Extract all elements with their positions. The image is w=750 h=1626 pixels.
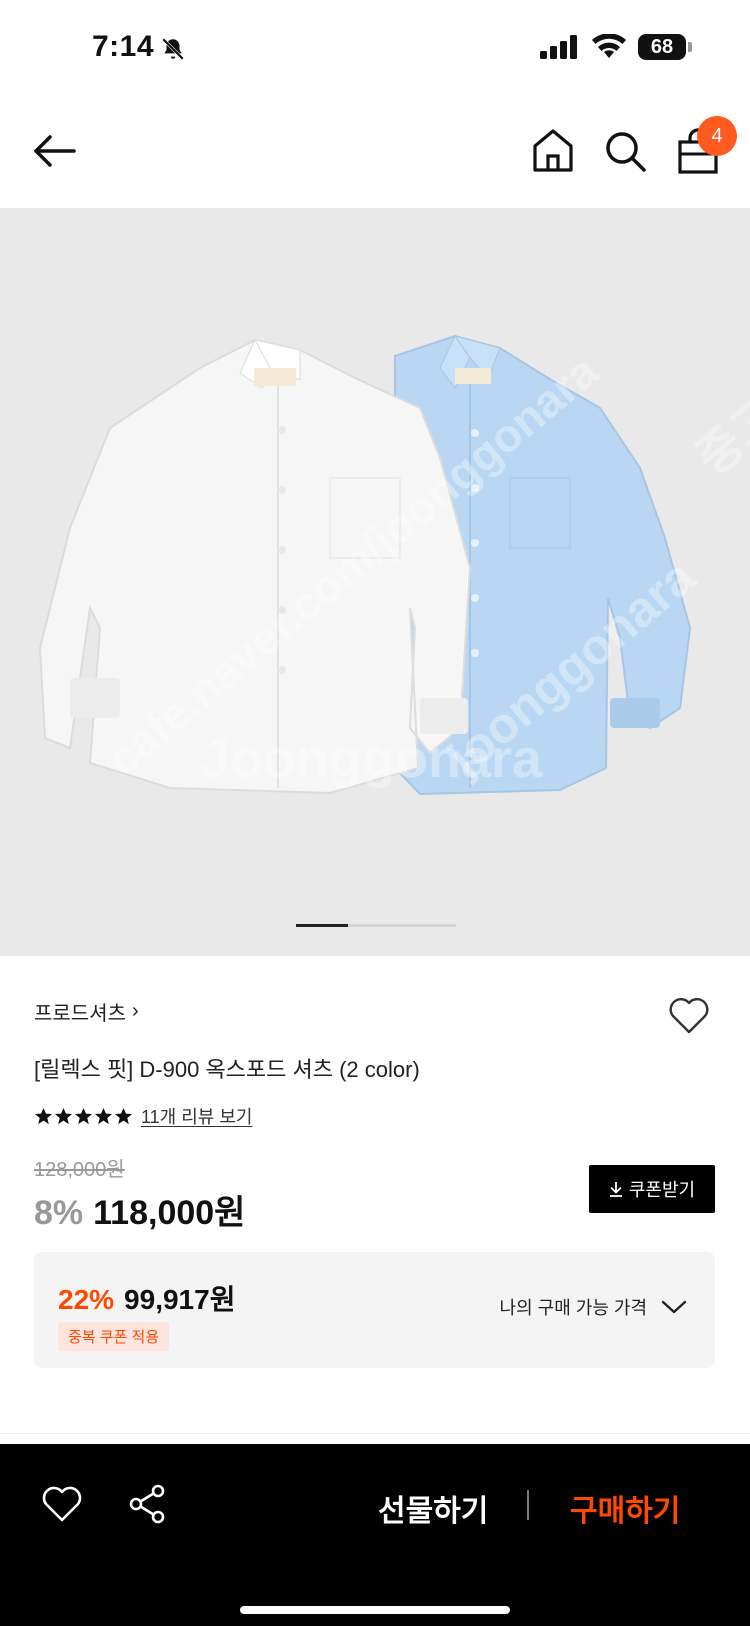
cart-count-badge: 4 xyxy=(697,116,737,156)
button-separator xyxy=(527,1490,529,1520)
my-price-toggle[interactable]: 나의 구매 가능 가격 xyxy=(500,1294,687,1320)
coupon-download-button[interactable]: 쿠폰받기 xyxy=(589,1165,715,1213)
app-header: 4 xyxy=(0,100,750,208)
carousel-indicator-active xyxy=(296,924,348,927)
carousel-indicator xyxy=(296,924,456,927)
price-row: 8% 118,000원 xyxy=(34,1185,245,1234)
stacked-coupon-badge: 중복 쿠폰 적용 xyxy=(58,1322,170,1351)
my-price-row: 22% 99,917원 xyxy=(58,1278,235,1318)
buy-button[interactable]: 구매하기 xyxy=(570,1486,680,1530)
star-icon xyxy=(74,1107,93,1124)
brand-name: 프로드셔츠 xyxy=(34,1003,126,1025)
heart-icon[interactable] xyxy=(666,994,712,1036)
white-shirt-image xyxy=(38,338,472,795)
discount-rate: 8% xyxy=(34,1194,84,1232)
product-image-carousel[interactable]: Joonggonara cafe.naver.com/joonggonara j… xyxy=(0,208,750,956)
chevron-right-icon: › xyxy=(132,1000,139,1022)
battery-level: 68 xyxy=(650,35,674,58)
home-indicator xyxy=(240,1606,510,1614)
my-price-box[interactable]: 22% 99,917원 중복 쿠폰 적용 나의 구매 가능 가격 xyxy=(34,1252,715,1368)
bottom-action-bar: 선물하기 구매하기 xyxy=(0,1444,750,1626)
rating-row: 11개 리뷰 보기 xyxy=(34,1103,253,1129)
original-price: 128,000원 xyxy=(34,1159,125,1181)
gift-button[interactable]: 선물하기 xyxy=(378,1486,488,1530)
download-icon xyxy=(609,1182,622,1197)
status-time: 7:14 xyxy=(92,30,155,63)
section-divider xyxy=(0,1433,750,1434)
star-icon xyxy=(54,1107,73,1124)
signal-icon xyxy=(540,35,577,59)
coupon-button-label: 쿠폰받기 xyxy=(628,1180,696,1200)
my-price-toggle-label: 나의 구매 가능 가격 xyxy=(499,1298,647,1318)
heart-icon[interactable] xyxy=(40,1484,84,1524)
chevron-down-icon xyxy=(661,1300,687,1314)
bell-off-icon xyxy=(162,38,184,60)
home-icon[interactable] xyxy=(530,126,576,176)
battery-indicator: 68 xyxy=(638,34,692,60)
my-discount-rate: 22% xyxy=(58,1284,115,1315)
share-icon[interactable] xyxy=(126,1482,168,1526)
star-icon xyxy=(114,1107,133,1124)
star-icon xyxy=(94,1107,113,1124)
wifi-icon xyxy=(592,34,626,58)
battery-cap xyxy=(688,42,692,52)
product-title: [릴렉스 핏] D-900 옥스포드 셔츠 (2 color) xyxy=(34,1057,420,1082)
rating-stars xyxy=(34,1107,133,1126)
star-icon xyxy=(34,1107,53,1124)
status-bar: 7:14 68 xyxy=(0,0,750,100)
search-icon[interactable] xyxy=(602,128,648,174)
back-arrow-icon[interactable] xyxy=(30,126,80,176)
review-link[interactable]: 11개 리뷰 보기 xyxy=(141,1103,253,1129)
my-price: 99,917원 xyxy=(124,1284,236,1315)
brand-link[interactable]: 프로드셔츠 › xyxy=(34,997,139,1026)
sale-price: 118,000원 xyxy=(93,1194,246,1232)
